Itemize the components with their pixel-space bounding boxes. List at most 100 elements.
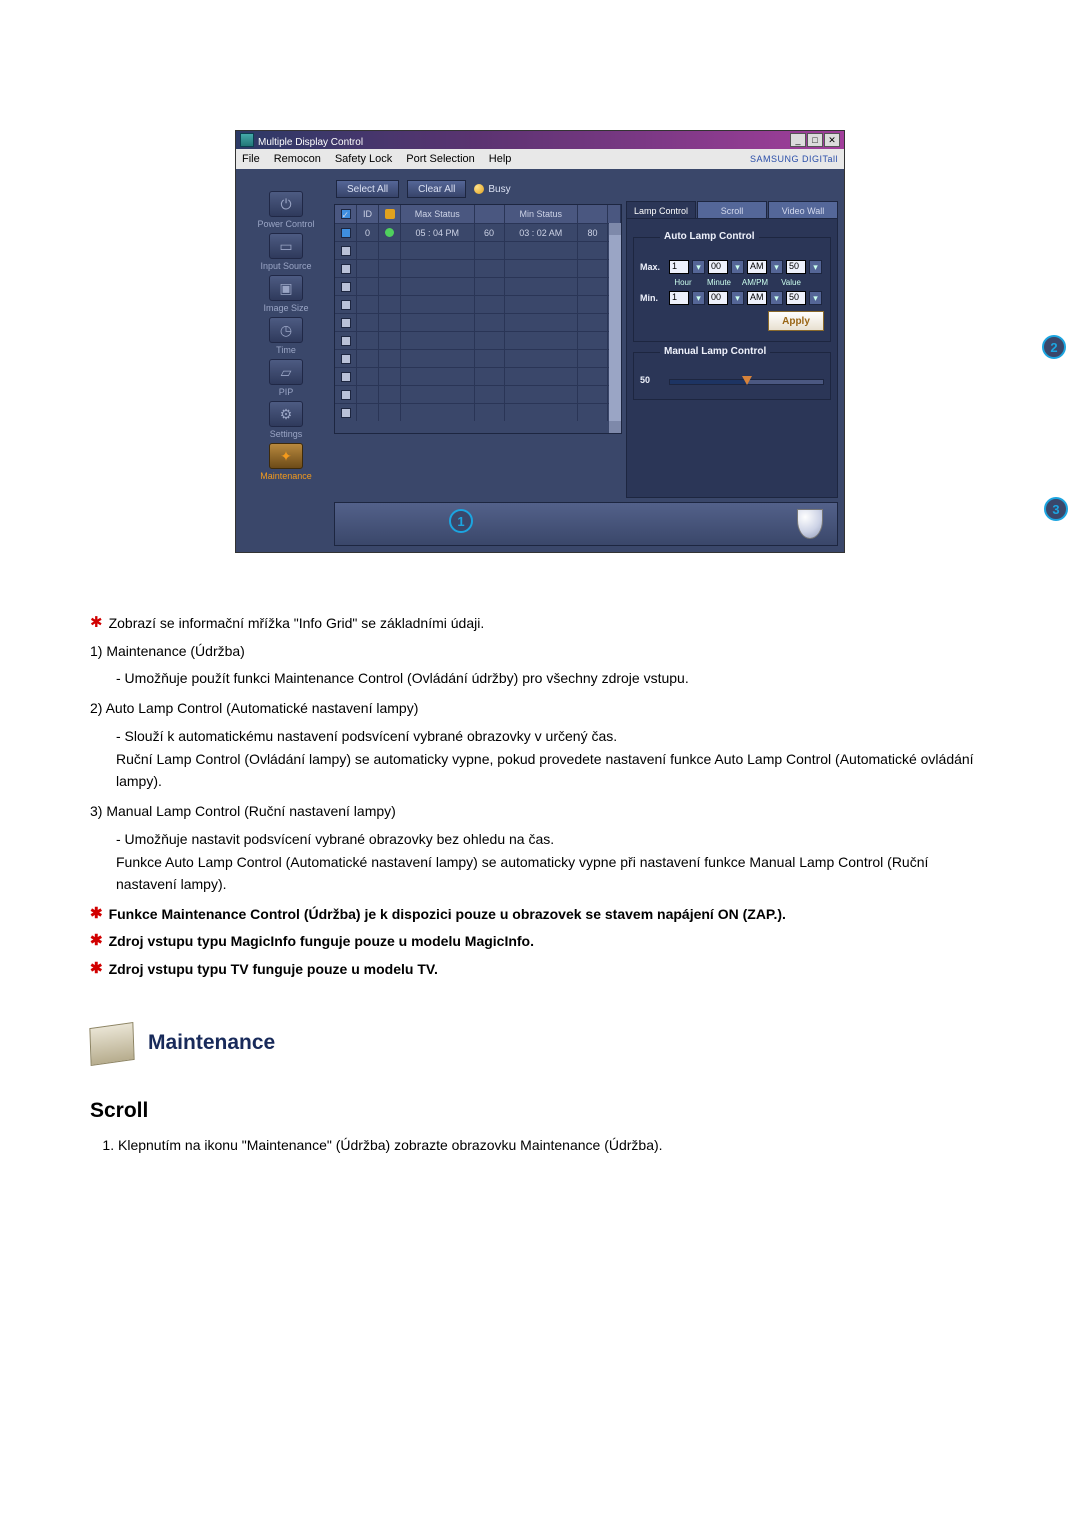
sidebar-item-pip[interactable]: ▱ PIP <box>269 359 303 397</box>
step-1: Klepnutím na ikonu "Maintenance" (Údržba… <box>118 1135 990 1157</box>
min-minute-input[interactable]: 00 <box>708 291 728 305</box>
min-value-input[interactable]: 50 <box>786 291 806 305</box>
sidebar-item-settings[interactable]: ⚙ Settings <box>269 401 303 439</box>
min-hour-input[interactable]: 1 <box>669 291 689 305</box>
minimize-icon[interactable]: _ <box>790 133 806 147</box>
sidebar-item-label: Settings <box>270 429 303 439</box>
sidebar-item-label: Time <box>276 345 296 355</box>
sidebar-item-maintenance[interactable]: ✦ Maintenance <box>260 443 312 481</box>
sidebar-item-input-source[interactable]: ▭ Input Source <box>260 233 311 271</box>
sidebar-item-label: Power Control <box>257 219 314 229</box>
check-icon: ✓ <box>341 209 351 219</box>
chevron-down-icon[interactable]: ▾ <box>692 260 705 274</box>
menu-port-selection[interactable]: Port Selection <box>406 153 474 165</box>
sidebar-item-label: PIP <box>279 387 294 397</box>
sidebar-item-time[interactable]: ◷Time <box>269 317 303 355</box>
maximize-icon[interactable]: □ <box>807 133 823 147</box>
statusbar <box>334 502 838 546</box>
lamp-slider[interactable] <box>669 379 824 385</box>
tab-scroll[interactable]: Scroll <box>697 201 767 219</box>
max-ampm-input[interactable]: AM <box>747 260 767 274</box>
close-icon[interactable]: ✕ <box>824 133 840 147</box>
col-max-status: Max Status <box>401 205 475 223</box>
manual-value-label: 50 <box>640 375 666 385</box>
intro-text: Zobrazí se informační mřížka "Info Grid"… <box>109 613 485 635</box>
sidebar-item-image-size[interactable]: ▣Image Size <box>263 275 308 313</box>
scroll-heading: Scroll <box>90 1095 990 1128</box>
clear-all-button[interactable]: Clear All <box>407 180 466 198</box>
list-item-2: 2) Auto Lamp Control (Automatické nastav… <box>90 698 990 720</box>
warning-3: Zdroj vstupu typu TV funguje pouze u mod… <box>109 959 438 981</box>
cell-min: 03 : 02 AM <box>505 224 579 241</box>
warning-1: Funkce Maintenance Control (Údržba) je k… <box>109 904 786 926</box>
warning-2: Zdroj vstupu typu MagicInfo funguje pouz… <box>109 931 534 953</box>
section-title: Maintenance <box>148 1027 275 1060</box>
max-value-input[interactable]: 50 <box>786 260 806 274</box>
callout-1: 1 <box>449 509 473 533</box>
col-min-status: Min Status <box>505 205 579 223</box>
min-ampm-input[interactable]: AM <box>747 291 767 305</box>
cell-max-val: 60 <box>475 224 505 241</box>
chevron-down-icon[interactable]: ▾ <box>809 291 822 305</box>
slider-thumb-icon[interactable] <box>742 376 752 385</box>
manual-lamp-group: Manual Lamp Control 50 <box>633 352 831 400</box>
pip-icon: ▱ <box>269 359 303 385</box>
star-icon: ✱ <box>90 904 103 924</box>
star-icon: ✱ <box>90 931 103 951</box>
cell-id: 0 <box>357 224 379 241</box>
menubar: File Remocon Safety Lock Port Selection … <box>236 149 844 169</box>
tab-video-wall[interactable]: Video Wall <box>768 201 838 219</box>
input-icon: ▭ <box>269 233 303 259</box>
list-item-3: 3) Manual Lamp Control (Ruční nastavení … <box>90 801 990 823</box>
cell-max: 05 : 04 PM <box>401 224 475 241</box>
list-item-3a: - Umožňuje nastavit podsvícení vybrané o… <box>116 829 990 851</box>
sidebar-item-label: Image Size <box>263 303 308 313</box>
max-minute-input[interactable]: 00 <box>708 260 728 274</box>
select-all-button[interactable]: Select All <box>336 180 399 198</box>
maintenance-section-icon <box>89 1022 134 1066</box>
app-title: Multiple Display Control <box>240 133 363 148</box>
col-id: ID <box>357 205 379 223</box>
callout-2: 2 <box>1042 335 1066 359</box>
group-title: Manual Lamp Control <box>660 346 770 357</box>
callout-3: 3 <box>1044 497 1068 521</box>
tab-lamp-control[interactable]: Lamp Control <box>626 201 696 219</box>
status-dot-icon <box>385 228 394 237</box>
min-label: Min. <box>640 293 666 303</box>
chevron-down-icon[interactable]: ▾ <box>731 260 744 274</box>
chevron-down-icon[interactable]: ▾ <box>692 291 705 305</box>
menu-remocon[interactable]: Remocon <box>274 153 321 165</box>
maintenance-icon: ✦ <box>269 443 303 469</box>
chevron-down-icon[interactable]: ▾ <box>731 291 744 305</box>
chevron-down-icon[interactable]: ▾ <box>770 260 783 274</box>
col-status-dot <box>379 205 401 223</box>
star-icon: ✱ <box>90 959 103 979</box>
sidebar: ⏻ Power Control ▭ Input Source ▣Image Size… <box>242 177 330 546</box>
chevron-down-icon[interactable]: ▾ <box>770 291 783 305</box>
brand-label: SAMSUNG DIGITall <box>750 154 838 164</box>
sidebar-item-label: Maintenance <box>260 471 312 481</box>
group-title: Auto Lamp Control <box>660 231 759 242</box>
list-item-2b: Ruční Lamp Control (Ovládání lampy) se a… <box>116 749 990 792</box>
titlebar: Multiple Display Control _ □ ✕ <box>236 131 844 149</box>
col-checkbox[interactable]: ✓ <box>335 205 357 223</box>
menu-file[interactable]: File <box>242 153 260 165</box>
sidebar-item-power-control[interactable]: ⏻ Power Control <box>257 191 314 229</box>
max-hour-input[interactable]: 1 <box>669 260 689 274</box>
list-item-3b: Funkce Auto Lamp Control (Automatické na… <box>116 852 990 895</box>
list-item-1a: - Umožňuje použít funkci Maintenance Con… <box>116 668 990 690</box>
chevron-down-icon[interactable]: ▾ <box>809 260 822 274</box>
app-window: 1 Multiple Display Control _ □ ✕ File Re… <box>235 130 845 553</box>
menu-help[interactable]: Help <box>489 153 512 165</box>
star-icon: ✱ <box>90 613 103 633</box>
sidebar-item-label: Input Source <box>260 261 311 271</box>
gear-icon: ⚙ <box>269 401 303 427</box>
table-row[interactable]: 0 05 : 04 PM 60 03 : 02 AM 80 <box>335 223 621 241</box>
check-icon[interactable] <box>341 228 351 238</box>
info-grid: ✓ ID Max Status Min Status <box>334 204 622 434</box>
apply-button[interactable]: Apply <box>768 311 824 331</box>
lamp-panel: Auto Lamp Control Max. 1▾ 00▾ AM▾ 50▾ Ho… <box>626 218 838 498</box>
power-icon: ⏻ <box>269 191 303 217</box>
menu-safety-lock[interactable]: Safety Lock <box>335 153 392 165</box>
scrollbar[interactable] <box>609 223 621 433</box>
